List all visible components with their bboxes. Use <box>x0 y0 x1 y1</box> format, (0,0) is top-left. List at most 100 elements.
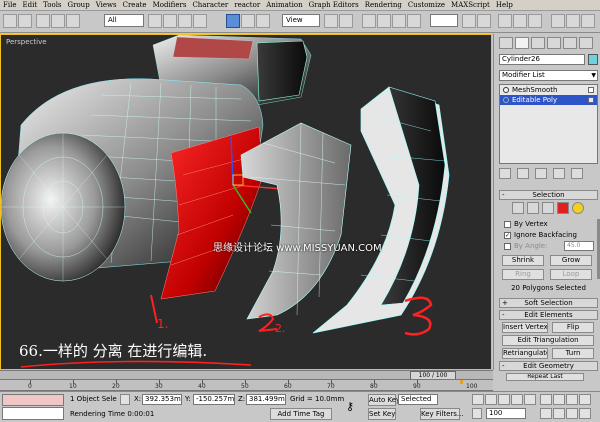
render-last-icon[interactable] <box>581 14 595 28</box>
previous-frame-icon[interactable] <box>485 394 497 405</box>
field-of-view-icon[interactable] <box>540 408 552 419</box>
add-time-tag-button[interactable]: Add Time Tag <box>270 408 332 420</box>
quick-render-icon[interactable] <box>566 14 580 28</box>
select-by-name-icon[interactable] <box>163 14 177 28</box>
next-frame-icon[interactable] <box>511 394 523 405</box>
make-unique-icon[interactable] <box>535 168 547 179</box>
ignore-backfacing-checkbox[interactable]: ✓ Ignore Backfacing <box>504 231 577 239</box>
key-mode-toggle-icon[interactable] <box>472 408 482 419</box>
zoom-icon[interactable] <box>540 394 552 405</box>
turn-button[interactable]: Turn <box>552 348 594 359</box>
expand-icon[interactable] <box>503 97 509 103</box>
shrink-button[interactable]: Shrink <box>502 255 544 266</box>
redo-icon[interactable] <box>18 14 32 28</box>
by-angle-checkbox[interactable]: By Angle: <box>504 242 547 250</box>
configure-modifier-sets-icon[interactable] <box>571 168 583 179</box>
curve-editor-icon[interactable] <box>498 14 512 28</box>
edit-elements-rollout-header[interactable]: - Edit Elements <box>499 310 598 320</box>
current-frame-field[interactable]: 100 <box>486 408 526 419</box>
insert-vertex-button[interactable]: Insert Vertex <box>502 322 548 333</box>
flip-button[interactable]: Flip <box>552 322 594 333</box>
object-name-field[interactable]: Cylinder26 <box>499 54 585 65</box>
select-and-move-icon[interactable] <box>226 14 240 28</box>
element-level-icon[interactable] <box>572 202 584 214</box>
viewport-label[interactable]: Perspective <box>6 38 47 46</box>
arc-rotate-icon[interactable] <box>566 408 578 419</box>
by-vertex-checkbox[interactable]: By Vertex <box>504 220 548 228</box>
maximize-viewport-icon[interactable] <box>579 408 591 419</box>
schematic-view-icon[interactable] <box>513 14 527 28</box>
stack-item-meshsmooth[interactable]: MeshSmooth <box>500 85 597 95</box>
create-tab-icon[interactable] <box>499 37 513 49</box>
menu-file[interactable]: File <box>3 1 16 9</box>
menu-customize[interactable]: Customize <box>408 1 445 9</box>
maxscript-listener-pink[interactable] <box>2 394 64 406</box>
y-coordinate-field[interactable]: -150.257m <box>193 394 235 405</box>
angle-value-field[interactable]: 45.0 <box>564 241 594 251</box>
polygon-level-icon[interactable] <box>557 202 569 214</box>
object-color-swatch[interactable] <box>588 54 598 65</box>
bind-space-warp-icon[interactable] <box>66 14 80 28</box>
vertex-level-icon[interactable] <box>512 202 524 214</box>
menu-modifiers[interactable]: Modifiers <box>153 1 187 9</box>
display-tab-icon[interactable] <box>563 37 577 49</box>
menu-reactor[interactable]: reactor <box>234 1 260 9</box>
material-editor-icon[interactable] <box>528 14 542 28</box>
utilities-tab-icon[interactable] <box>579 37 593 49</box>
zoom-all-icon[interactable] <box>553 394 565 405</box>
go-to-start-icon[interactable] <box>472 394 484 405</box>
z-coordinate-field[interactable]: 381.499m <box>246 394 286 405</box>
rectangle-selection-icon[interactable] <box>178 14 192 28</box>
menu-graph-editors[interactable]: Graph Editors <box>309 1 359 9</box>
menu-rendering[interactable]: Rendering <box>365 1 402 9</box>
menu-character[interactable]: Character <box>192 1 228 9</box>
key-icon[interactable]: ⚷ <box>346 400 354 413</box>
pivot-center-icon[interactable] <box>324 14 338 28</box>
perspective-viewport[interactable]: Perspective 1. 2. 3 思缘设计论坛 www.MISSYUAN.… <box>0 34 492 370</box>
menu-maxscript[interactable]: MAXScript <box>451 1 490 9</box>
reference-coordinate-dropdown[interactable]: View <box>282 14 320 27</box>
selection-rollout-header[interactable]: - Selection <box>499 190 598 200</box>
retriangulate-button[interactable]: Retriangulate <box>502 348 548 359</box>
menu-animation[interactable]: Animation <box>266 1 302 9</box>
menu-create[interactable]: Create <box>123 1 147 9</box>
edit-triangulation-button[interactable]: Edit Triangulation <box>502 335 594 346</box>
go-to-end-icon[interactable] <box>524 394 536 405</box>
stack-item-editable-poly[interactable]: Editable Poly <box>500 95 597 105</box>
repeat-last-button[interactable]: Repeat Last <box>506 373 584 381</box>
grow-button[interactable]: Grow <box>550 255 592 266</box>
modifier-list-dropdown[interactable]: Modifier List ▼ <box>499 70 598 81</box>
unlink-icon[interactable] <box>51 14 65 28</box>
soft-selection-rollout-header[interactable]: + Soft Selection <box>499 298 598 308</box>
selection-filter-dropdown[interactable]: All <box>104 14 144 27</box>
named-selection-sets-dropdown[interactable] <box>430 14 458 27</box>
snaps-toggle-icon[interactable] <box>362 14 376 28</box>
key-filters-button[interactable]: Key Filters... <box>420 408 464 420</box>
lightbulb-icon[interactable] <box>503 87 509 93</box>
render-scene-icon[interactable] <box>551 14 565 28</box>
menu-help[interactable]: Help <box>496 1 513 9</box>
align-icon[interactable] <box>477 14 491 28</box>
remove-modifier-icon[interactable] <box>553 168 565 179</box>
maxscript-listener-white[interactable] <box>2 407 64 420</box>
edge-level-icon[interactable] <box>527 202 539 214</box>
menu-edit[interactable]: Edit <box>22 1 37 9</box>
select-object-icon[interactable] <box>148 14 162 28</box>
auto-key-mode-dropdown[interactable]: Selected <box>398 394 438 405</box>
auto-key-button[interactable]: Auto Key <box>368 394 400 406</box>
mirror-icon[interactable] <box>462 14 476 28</box>
menu-tools[interactable]: Tools <box>43 1 61 9</box>
zoom-extents-icon[interactable] <box>566 394 578 405</box>
x-coordinate-field[interactable]: 392.353m <box>142 394 182 405</box>
spinner-snap-icon[interactable] <box>407 14 421 28</box>
edit-geometry-rollout-header[interactable]: - Edit Geometry <box>499 361 598 371</box>
pan-icon[interactable] <box>553 408 565 419</box>
angle-snap-icon[interactable] <box>377 14 391 28</box>
manipulate-icon[interactable] <box>339 14 353 28</box>
hierarchy-tab-icon[interactable] <box>531 37 545 49</box>
show-end-result-icon[interactable] <box>517 168 529 179</box>
lock-selection-icon[interactable] <box>120 394 130 405</box>
ring-button[interactable]: Ring <box>502 269 544 280</box>
menu-group[interactable]: Group <box>68 1 90 9</box>
time-slider[interactable]: 100 / 100 <box>0 370 493 380</box>
